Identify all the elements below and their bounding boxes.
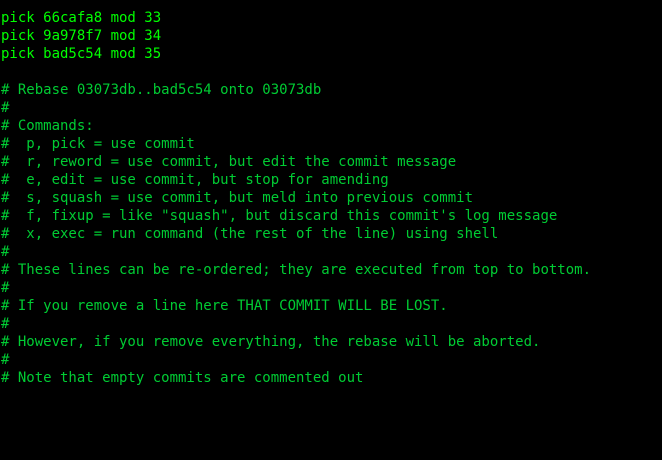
comment-command-pick[interactable]: # p, pick = use commit — [1, 135, 591, 153]
rebase-todo-buffer[interactable]: pick 66cafa8 mod 33 pick 9a978f7 mod 34 … — [1, 9, 591, 387]
comment-abort-note[interactable]: # However, if you remove everything, the… — [1, 333, 591, 351]
comment-separator[interactable]: # — [1, 243, 591, 261]
comment-separator[interactable]: # — [1, 99, 591, 117]
comment-remove-warning[interactable]: # If you remove a line here THAT COMMIT … — [1, 297, 591, 315]
comment-command-fixup[interactable]: # f, fixup = like "squash", but discard … — [1, 207, 591, 225]
comment-command-squash[interactable]: # s, squash = use commit, but meld into … — [1, 189, 591, 207]
comment-reorder-note[interactable]: # These lines can be re-ordered; they ar… — [1, 261, 591, 279]
terminal-window[interactable]: pick 66cafa8 mod 33 pick 9a978f7 mod 34 … — [0, 0, 662, 460]
comment-separator[interactable]: # — [1, 315, 591, 333]
blank-line[interactable] — [1, 63, 591, 81]
todo-line-pick-2[interactable]: pick 9a978f7 mod 34 — [1, 27, 591, 45]
todo-line-pick-3[interactable]: pick bad5c54 mod 35 — [1, 45, 591, 63]
comment-rebase-range[interactable]: # Rebase 03073db..bad5c54 onto 03073db — [1, 81, 591, 99]
comment-command-reword[interactable]: # r, reword = use commit, but edit the c… — [1, 153, 591, 171]
comment-separator[interactable]: # — [1, 279, 591, 297]
comment-empty-commits-note[interactable]: # Note that empty commits are commented … — [1, 369, 591, 387]
comment-command-edit[interactable]: # e, edit = use commit, but stop for ame… — [1, 171, 591, 189]
todo-line-pick-1[interactable]: pick 66cafa8 mod 33 — [1, 9, 591, 27]
comment-command-exec[interactable]: # x, exec = run command (the rest of the… — [1, 225, 591, 243]
comment-separator[interactable]: # — [1, 351, 591, 369]
comment-commands-heading[interactable]: # Commands: — [1, 117, 591, 135]
